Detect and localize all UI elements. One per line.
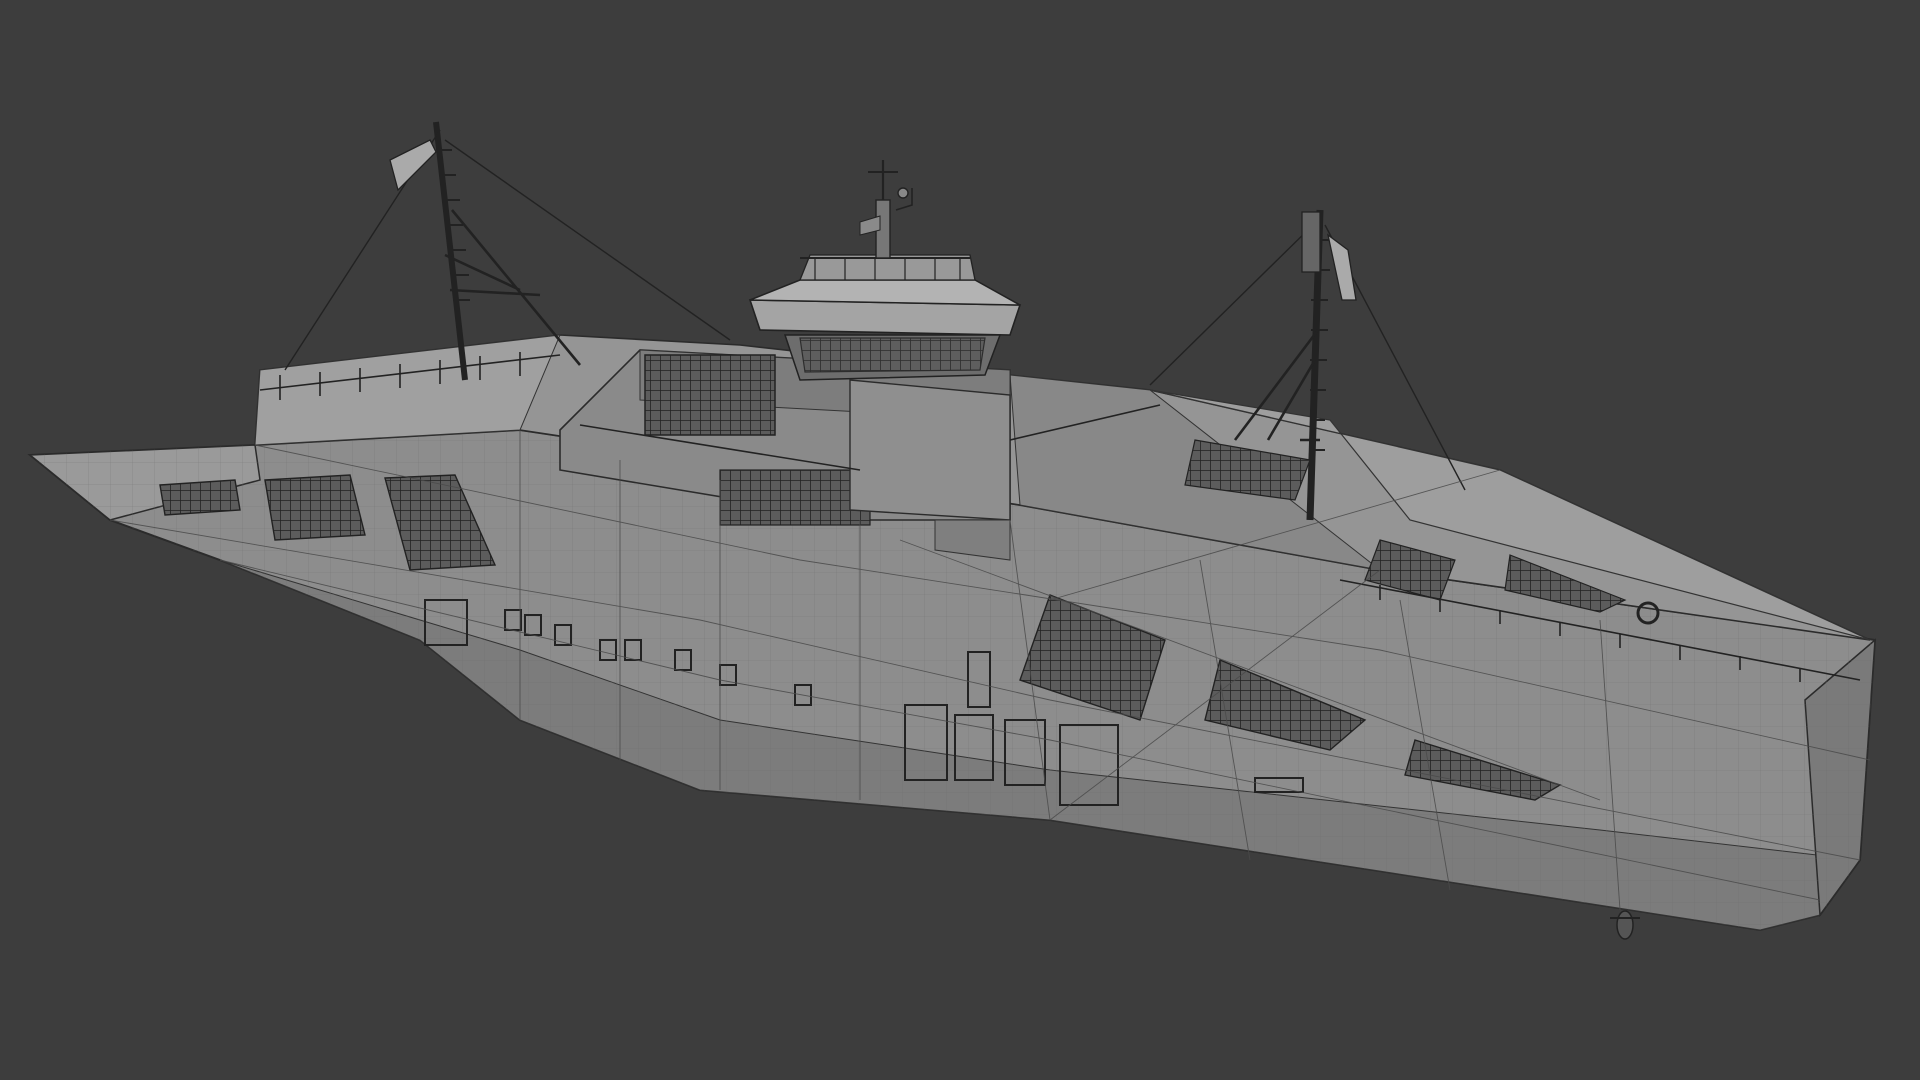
3d-viewport[interactable] (0, 0, 1920, 1080)
propeller (1610, 910, 1640, 940)
radar-mast (859, 160, 913, 259)
ferry-wireframe-model (27, 121, 1877, 940)
